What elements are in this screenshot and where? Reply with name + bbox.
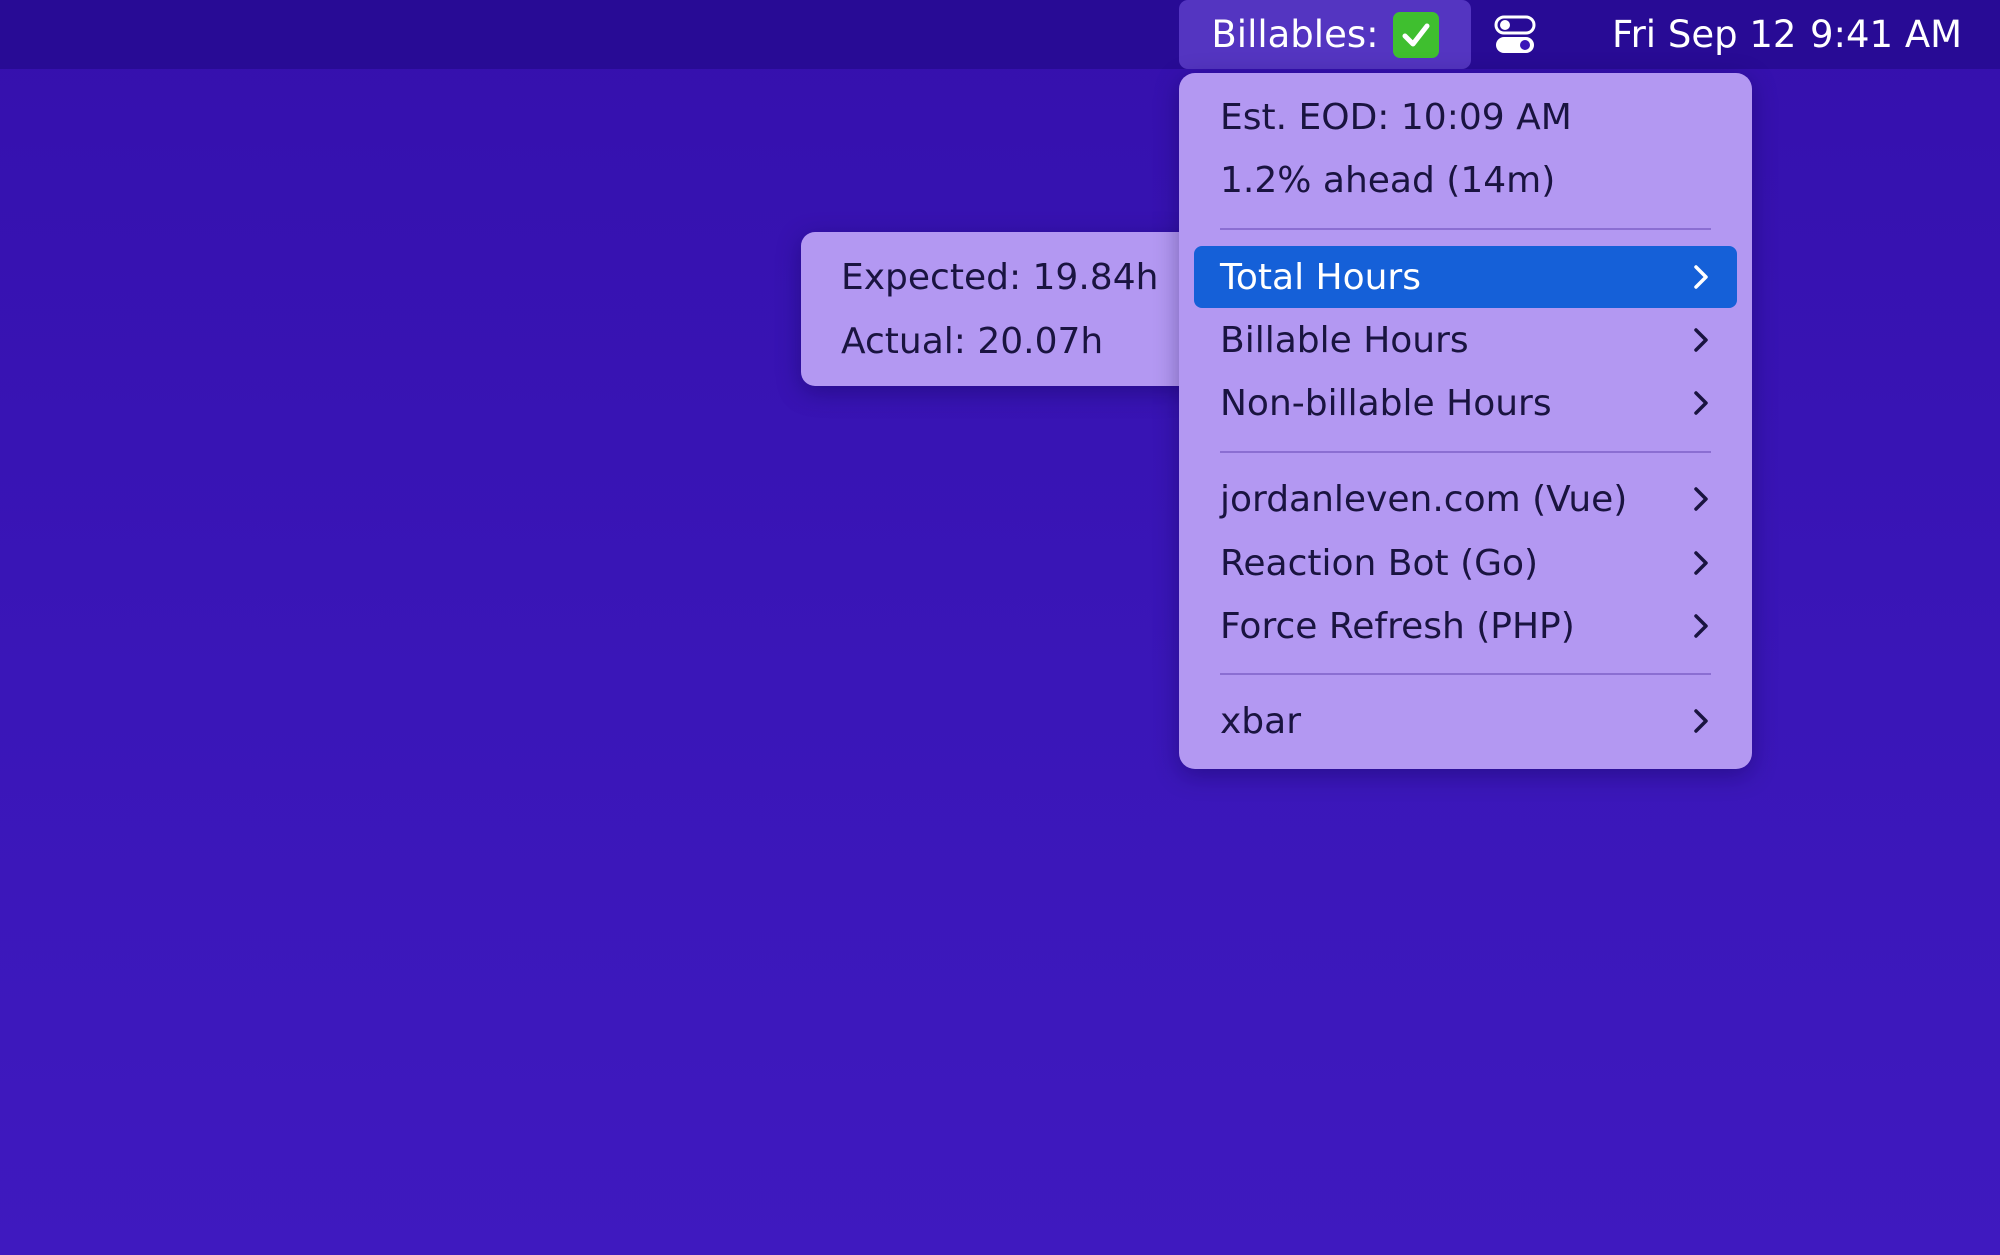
menubar-time[interactable]: 9:41 AM — [1810, 0, 1970, 69]
menu-separator — [1220, 451, 1711, 453]
menu-item-xbar[interactable]: xbar — [1194, 690, 1737, 752]
menu-item-label: jordanleven.com (Vue) — [1220, 478, 1628, 520]
toggle-switch-icon[interactable] — [1490, 0, 1540, 69]
chevron-right-icon — [1694, 487, 1708, 511]
menubar-date[interactable]: Fri Sep 12 — [1612, 0, 1796, 69]
billables-label: Billables: — [1211, 13, 1379, 56]
menu-separator — [1220, 673, 1711, 675]
check-mark-icon — [1392, 11, 1439, 58]
chevron-right-icon — [1694, 265, 1708, 289]
menu-bar: Billables: Fri Sep 12 9:41 AM — [0, 0, 2000, 69]
menu-item-total-hours[interactable]: Total Hours — [1194, 246, 1737, 308]
billables-menu-extra[interactable]: Billables: — [1179, 0, 1471, 69]
menu-item-label: xbar — [1220, 700, 1302, 742]
menu-item-label: Non-billable Hours — [1220, 382, 1552, 424]
expected-hours: Expected: 19.84h — [841, 257, 1159, 298]
menu-item-billable-hours[interactable]: Billable Hours — [1194, 309, 1737, 371]
chevron-right-icon — [1694, 614, 1708, 638]
actual-hours: Actual: 20.07h — [841, 321, 1104, 362]
menu-item-label: Force Refresh (PHP) — [1220, 605, 1575, 647]
total-hours-submenu: Expected: 19.84h Actual: 20.07h — [801, 232, 1195, 386]
menu-item-force-refresh[interactable]: Force Refresh (PHP) — [1194, 595, 1737, 657]
menu-item-label: Total Hours — [1220, 256, 1421, 298]
chevron-right-icon — [1694, 328, 1708, 352]
menu-item-label: Billable Hours — [1220, 319, 1469, 361]
billables-dropdown-menu: Est. EOD: 10:09 AM 1.2% ahead (14m) Tota… — [1179, 73, 1752, 769]
chevron-right-icon — [1694, 551, 1708, 575]
menu-item-label: Reaction Bot (Go) — [1220, 542, 1539, 584]
est-eod-text: Est. EOD: 10:09 AM — [1220, 97, 1572, 138]
menu-item-reaction-bot[interactable]: Reaction Bot (Go) — [1194, 532, 1737, 594]
chevron-right-icon — [1694, 709, 1708, 733]
pace-text: 1.2% ahead (14m) — [1220, 160, 1556, 201]
menu-item-non-billable-hours[interactable]: Non-billable Hours — [1194, 372, 1737, 434]
chevron-right-icon — [1694, 391, 1708, 415]
menu-separator — [1220, 228, 1711, 230]
menu-item-jordanleven[interactable]: jordanleven.com (Vue) — [1194, 468, 1737, 530]
